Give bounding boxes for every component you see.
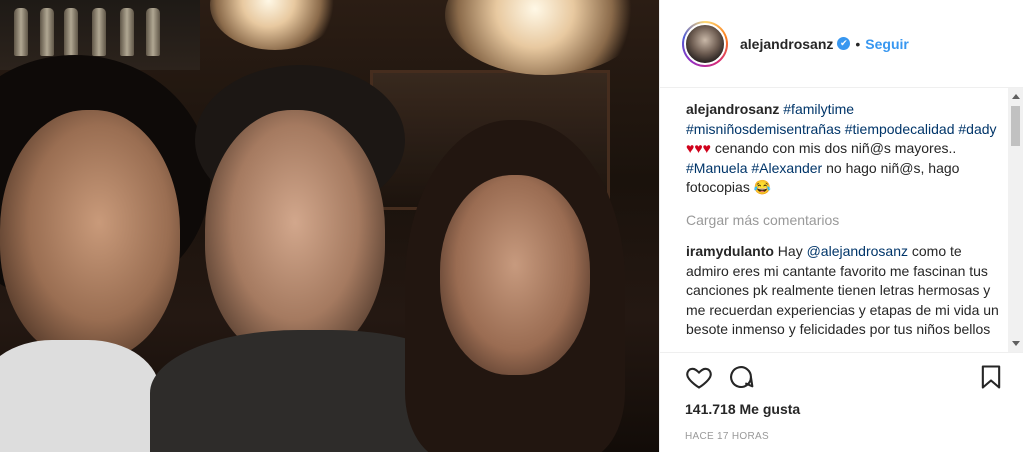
hashtag-familytime[interactable]: #familytime — [783, 101, 854, 117]
author-username[interactable]: alejandrosanz — [740, 36, 833, 52]
speech-bubble-icon[interactable] — [727, 363, 755, 391]
verified-badge-icon: ✔ — [837, 37, 851, 50]
photo-person-left-shirt — [0, 340, 160, 452]
scroll-up-arrow-icon[interactable] — [1012, 94, 1020, 99]
heart-outline-icon[interactable] — [685, 363, 713, 391]
hashtag-tiempodecalidad[interactable]: #tiempodecalidad — [845, 121, 955, 137]
avatar-story-ring[interactable] — [682, 20, 728, 67]
hearts-emoji: ♥♥♥ — [686, 140, 711, 156]
hashtag-misninos[interactable]: #misniñosdemisentrañas — [686, 121, 841, 137]
post-photo[interactable] — [0, 0, 659, 452]
scrollbar-thumb[interactable] — [1011, 106, 1020, 146]
photo-person-left-face — [0, 110, 180, 360]
avatar[interactable] — [684, 22, 726, 65]
comment-text-a: Hay — [777, 243, 803, 259]
scroll-down-arrow-icon[interactable] — [1012, 341, 1020, 346]
bookmark-icon[interactable] — [977, 363, 1005, 391]
comments-scrollbar[interactable] — [1008, 88, 1023, 352]
caption-author[interactable]: alejandrosanz — [686, 101, 779, 117]
post-header: alejandrosanz ✔ • Seguir — [660, 0, 1023, 88]
likes-count[interactable]: 141.718 Me gusta — [685, 401, 800, 417]
comment-item: iramydulanto Hay @alejandrosanz como te … — [686, 242, 1004, 340]
comments-list[interactable]: alejandrosanz #familytime #misniñosdemis… — [686, 100, 1004, 354]
caption-text-1: cenando con mis dos niñ@s mayores.. — [714, 140, 957, 156]
hashtag-manuela[interactable]: #Manuela — [686, 160, 748, 176]
comment-mention[interactable]: @alejandrosanz — [807, 243, 908, 259]
photo-person-right-face — [440, 175, 590, 375]
follow-button[interactable]: Seguir — [865, 36, 909, 52]
post-timestamp[interactable]: HACE 17 HORAS — [685, 431, 769, 442]
hashtag-alexander[interactable]: #Alexander — [751, 160, 822, 176]
photo-person-middle-face — [205, 110, 385, 360]
separator-dot: • — [855, 35, 861, 52]
comment-author[interactable]: iramydulanto — [686, 243, 774, 259]
post-actions: 141.718 Me gusta HACE 17 HORAS — [659, 352, 1023, 452]
load-more-comments-button[interactable]: Cargar más comentarios — [686, 211, 1004, 231]
caption: alejandrosanz #familytime #misniñosdemis… — [686, 100, 1004, 198]
hashtag-dady[interactable]: #dady — [958, 121, 996, 137]
